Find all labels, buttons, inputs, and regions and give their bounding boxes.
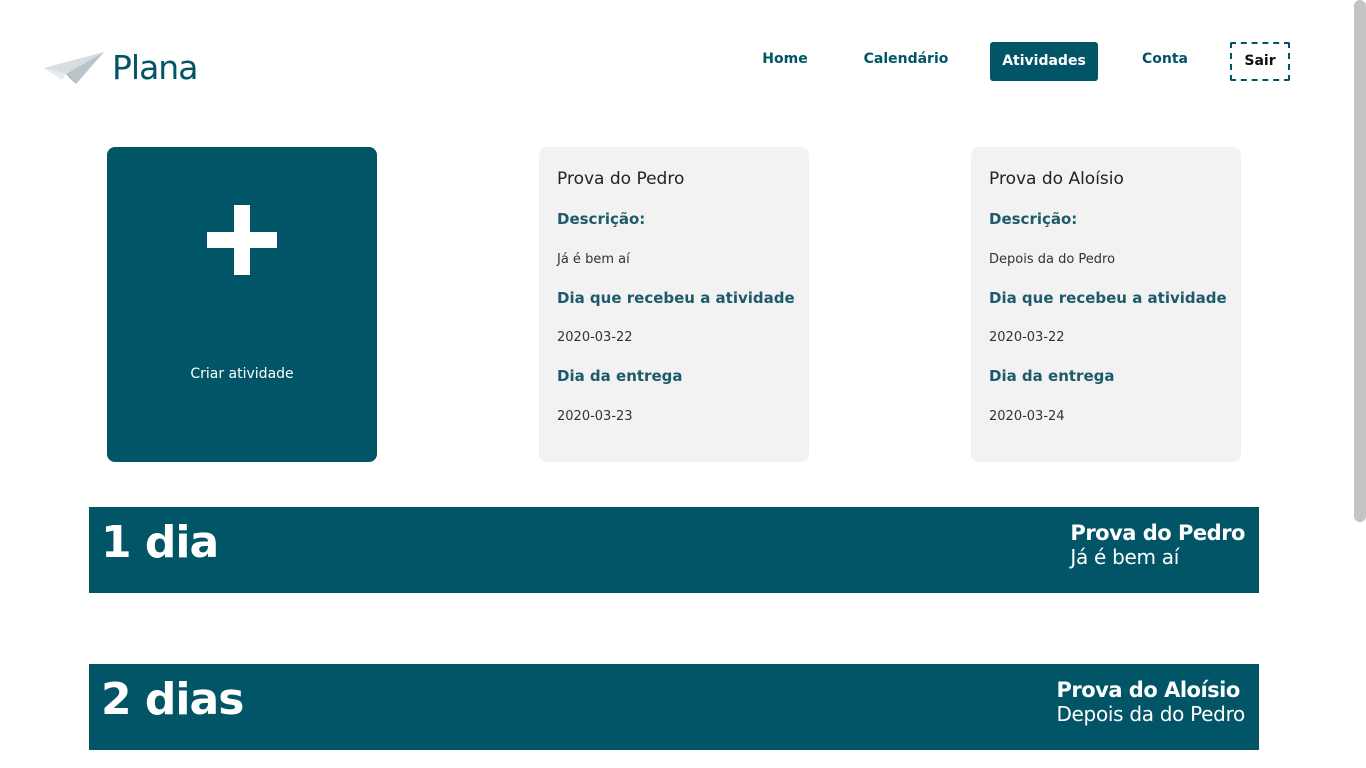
received-date-value: 2020-03-22 [989,330,1065,345]
nav-calendar[interactable]: Calendário [856,40,956,79]
page-scrollbar[interactable] [1350,0,1366,768]
banner-activity-desc: Depois da do Pedro [1056,702,1245,726]
description-value: Já é bem aí [557,252,630,267]
due-date-value: 2020-03-24 [989,409,1065,424]
nav-account[interactable]: Conta [1132,40,1198,79]
countdown-banner: 1 dia Prova do Pedro Já é bem aí [89,507,1259,593]
scrollbar-thumb[interactable] [1354,0,1366,522]
activity-title: Prova do Pedro [557,169,685,189]
description-value: Depois da do Pedro [989,252,1116,267]
banner-activity-info: Prova do Aloísio Depois da do Pedro [1056,678,1245,726]
banner-activity-title: Prova do Pedro [1070,521,1245,545]
description-label: Descrição: [557,210,646,228]
create-activity-label: Criar atividade [190,366,294,382]
create-activity-card[interactable]: Criar atividade [107,147,377,462]
received-date-label: Dia que recebeu a atividade [557,289,795,307]
banner-activity-desc: Já é bem aí [1070,545,1179,569]
activity-title: Prova do Aloísio [989,169,1124,189]
activity-card[interactable]: Prova do Aloísio Descrição: Depois da do… [971,147,1241,462]
days-remaining: 1 dia [101,517,219,568]
activity-card[interactable]: Prova do Pedro Descrição: Já é bem aí Di… [539,147,809,462]
days-remaining: 2 dias [101,674,244,725]
received-date-value: 2020-03-22 [557,330,633,345]
main-nav: Home Calendário Atividades Conta Sair [0,42,1366,81]
due-date-value: 2020-03-23 [557,409,633,424]
page: Plana Home Calendário Atividades Conta S… [0,0,1366,768]
banner-activity-info: Prova do Pedro Já é bem aí [1070,521,1245,569]
plus-icon-bar [207,232,277,248]
nav-activities[interactable]: Atividades [990,42,1098,81]
due-date-label: Dia da entrega [557,367,683,385]
logout-button[interactable]: Sair [1230,42,1290,81]
banner-activity-title: Prova do Aloísio [1056,678,1240,702]
due-date-label: Dia da entrega [989,367,1115,385]
countdown-banner: 2 dias Prova do Aloísio Depois da do Ped… [89,664,1259,750]
received-date-label: Dia que recebeu a atividade [989,289,1227,307]
description-label: Descrição: [989,210,1078,228]
nav-home[interactable]: Home [752,40,818,79]
